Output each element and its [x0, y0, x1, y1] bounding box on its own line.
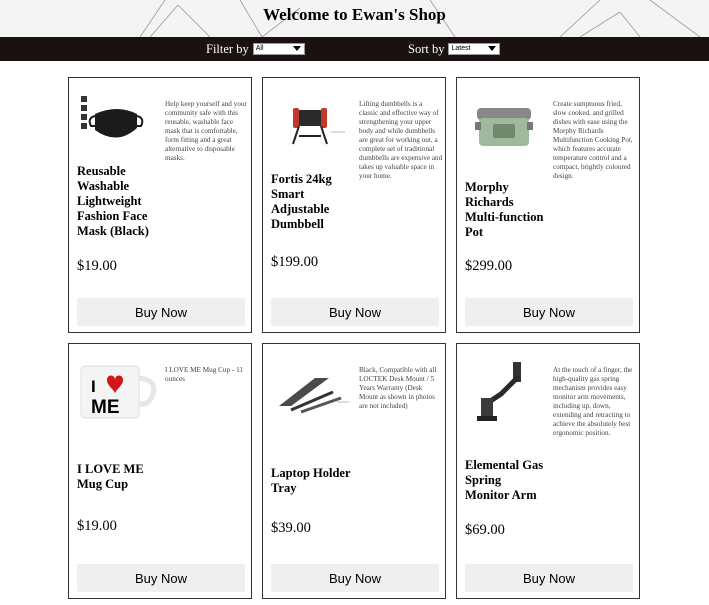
product-price: $19.00 [77, 258, 117, 274]
product-card: Lifting dumbbells is a classic and effec… [262, 77, 446, 333]
product-name: Reusable Washable Lightweight Fashion Fa… [77, 164, 149, 238]
filter-select[interactable]: All [252, 43, 305, 55]
dumbbell-icon [292, 108, 345, 145]
product-name: Elemental Gas Spring Monitor Arm [465, 458, 544, 502]
product-description: Black, Compatible with all LOCTEK Desk M… [359, 366, 437, 410]
product-description: Lifting dumbbells is a classic and effec… [359, 100, 443, 180]
sort-label: Sort by [408, 41, 445, 56]
product-price: $19.00 [77, 518, 117, 534]
product-price: $69.00 [465, 522, 505, 538]
toolbar: Filter by All Sort by Latest [0, 37, 709, 61]
product-description: I LOVE ME Mug Cup - 11 ounces [165, 366, 243, 383]
cooking-pot-icon [475, 108, 533, 146]
mug-icon: I ME [80, 365, 157, 419]
svg-text:I: I [91, 377, 96, 396]
buy-now-button[interactable]: Buy Now [271, 298, 439, 326]
product-card: At the touch of a finger, the high-quali… [456, 343, 640, 599]
page-title: Welcome to Ewan's Shop [263, 5, 446, 24]
buy-now-button[interactable]: Buy Now [465, 564, 633, 592]
product-card: I ME I LOVE ME Mug Cup - 11 ounces I LOV… [68, 343, 252, 599]
product-description: Help keep yourself and your community sa… [165, 100, 247, 162]
filter-selected-value: All [255, 45, 264, 52]
buy-now-button[interactable]: Buy Now [271, 564, 439, 592]
buy-now-button[interactable]: Buy Now [77, 564, 245, 592]
sort-selected-value: Latest [451, 45, 471, 52]
product-card: Black, Compatible with all LOCTEK Desk M… [262, 343, 446, 599]
face-mask-icon [81, 96, 144, 138]
monitor-arm-icon [477, 362, 521, 421]
buy-now-button[interactable]: Buy Now [77, 298, 245, 326]
product-price: $299.00 [465, 258, 513, 274]
product-name: Laptop Holder Tray [271, 466, 351, 495]
product-price: $39.00 [271, 520, 311, 536]
sort-select[interactable]: Latest [448, 43, 501, 55]
product-name: I LOVE ME Mug Cup [77, 462, 144, 491]
product-card: Create sumptuous fried, slow cooked, and… [456, 77, 640, 333]
laptop-stand-icon [279, 378, 349, 414]
chevron-down-icon [292, 46, 301, 51]
buy-now-button[interactable]: Buy Now [465, 298, 633, 326]
filter-control: Filter by All [206, 37, 305, 61]
product-name: Morphy Richards Multi-function Pot [465, 180, 544, 239]
svg-text:ME: ME [91, 397, 120, 418]
product-description: Create sumptuous fried, slow cooked, and… [553, 100, 633, 180]
chevron-down-icon [488, 46, 497, 51]
product-description: At the touch of a finger, the high-quali… [553, 366, 633, 437]
product-price: $199.00 [271, 254, 319, 270]
header: Welcome to Ewan's Shop [0, 0, 709, 37]
sort-control: Sort by Latest [408, 37, 501, 61]
product-card: Help keep yourself and your community sa… [68, 77, 252, 333]
filter-label: Filter by [206, 41, 249, 56]
product-name: Fortis 24kg Smart Adjustable Dumbbell [271, 172, 332, 231]
